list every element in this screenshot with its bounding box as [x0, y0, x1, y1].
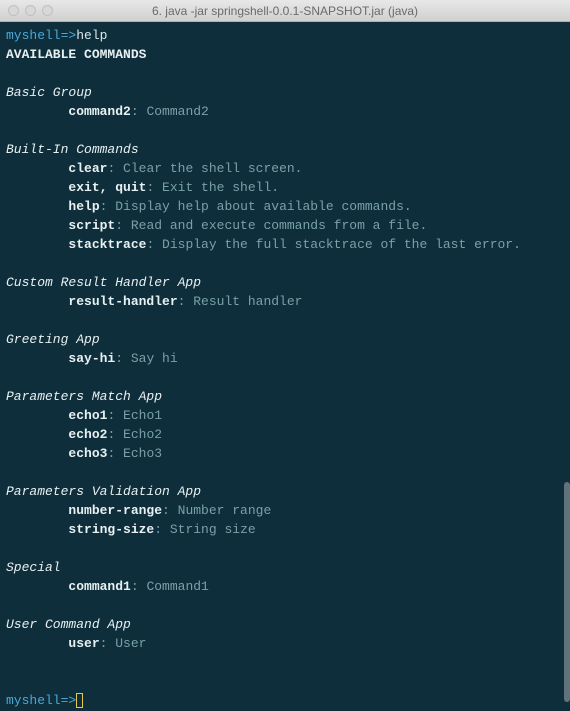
command-entry: string-size: String size [6, 520, 564, 539]
window-title: 6. java -jar springshell-0.0.1-SNAPSHOT.… [0, 4, 570, 18]
scrollbar[interactable] [564, 22, 570, 711]
command-name: script [68, 218, 115, 233]
minimize-icon[interactable] [25, 5, 36, 16]
command-group: Parameters Validation App [6, 482, 564, 501]
command-name: echo1 [68, 408, 107, 423]
user-command: help [76, 28, 107, 43]
command-description: : Display help about available commands. [100, 199, 412, 214]
command-name: user [68, 636, 99, 651]
command-name: exit, quit [68, 180, 146, 195]
command-entry: say-hi: Say hi [6, 349, 564, 368]
command-entry: clear: Clear the shell screen. [6, 159, 564, 178]
command-entry: command2: Command2 [6, 102, 564, 121]
command-group: Special [6, 558, 564, 577]
command-name: stacktrace [68, 237, 146, 252]
prompt: myshell=> [6, 693, 76, 708]
available-commands-heading: AVAILABLE COMMANDS [6, 45, 564, 64]
command-entry: echo1: Echo1 [6, 406, 564, 425]
command-description: : Result handler [178, 294, 303, 309]
command-description: : Command2 [131, 104, 209, 119]
command-description: : Say hi [115, 351, 177, 366]
prompt-line: myshell=>help [6, 26, 564, 45]
command-entry: number-range: Number range [6, 501, 564, 520]
command-description: : Clear the shell screen. [107, 161, 302, 176]
command-group: User Command App [6, 615, 564, 634]
cursor [76, 693, 83, 708]
command-name: echo3 [68, 446, 107, 461]
command-entry: echo2: Echo2 [6, 425, 564, 444]
command-name: string-size [68, 522, 154, 537]
command-name: echo2 [68, 427, 107, 442]
command-description: : Number range [162, 503, 271, 518]
command-description: : String size [154, 522, 255, 537]
command-name: command2 [68, 104, 130, 119]
zoom-icon[interactable] [42, 5, 53, 16]
command-description: : Exit the shell. [146, 180, 279, 195]
command-description: : Read and execute commands from a file. [115, 218, 427, 233]
command-entry: echo3: Echo3 [6, 444, 564, 463]
command-description: : User [100, 636, 147, 651]
command-group: Built-In Commands [6, 140, 564, 159]
command-name: help [68, 199, 99, 214]
command-description: : Command1 [131, 579, 209, 594]
prompt: myshell=> [6, 28, 76, 43]
prompt-line[interactable]: myshell=> [6, 691, 564, 710]
command-name: clear [68, 161, 107, 176]
command-entry: exit, quit: Exit the shell. [6, 178, 564, 197]
command-name: command1 [68, 579, 130, 594]
command-entry: help: Display help about available comma… [6, 197, 564, 216]
command-entry: script: Read and execute commands from a… [6, 216, 564, 235]
command-name: number-range [68, 503, 162, 518]
command-name: result-handler [68, 294, 177, 309]
command-group: Parameters Match App [6, 387, 564, 406]
command-entry: command1: Command1 [6, 577, 564, 596]
command-name: say-hi [68, 351, 115, 366]
command-description: : Echo2 [107, 427, 162, 442]
close-icon[interactable] [8, 5, 19, 16]
window-titlebar: 6. java -jar springshell-0.0.1-SNAPSHOT.… [0, 0, 570, 22]
command-description: : Display the full stacktrace of the las… [146, 237, 520, 252]
command-group: Basic Group [6, 83, 564, 102]
command-group: Custom Result Handler App [6, 273, 564, 292]
terminal-output[interactable]: myshell=>helpAVAILABLE COMMANDS Basic Gr… [0, 22, 570, 711]
traffic-lights [8, 5, 53, 16]
command-entry: result-handler: Result handler [6, 292, 564, 311]
command-description: : Echo1 [107, 408, 162, 423]
command-description: : Echo3 [107, 446, 162, 461]
command-entry: user: User [6, 634, 564, 653]
command-group: Greeting App [6, 330, 564, 349]
command-entry: stacktrace: Display the full stacktrace … [6, 235, 564, 254]
scrollbar-thumb[interactable] [564, 482, 570, 702]
